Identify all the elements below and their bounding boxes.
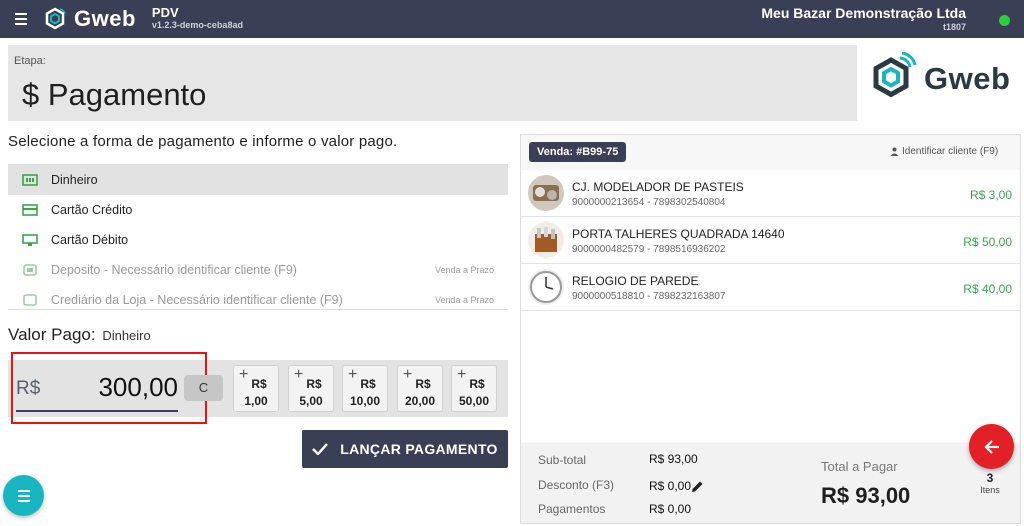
total-to-pay-label: Total a Pagar <box>821 459 898 474</box>
add-amount-button[interactable]: + R$ 1,00 <box>233 365 279 412</box>
cash-icon <box>22 174 38 186</box>
product-thumbnail <box>528 175 564 211</box>
launch-payment-button[interactable]: LANÇAR PAGAMENTO <box>302 430 508 468</box>
launch-payment-label: LANÇAR PAGAMENTO <box>340 441 498 457</box>
sale-number-badge: Venda: #B99-75 <box>529 142 627 162</box>
product-thumbnail <box>528 269 564 305</box>
app-info: PDV v1.2.3-demo-ceba8ad <box>151 5 243 31</box>
step-header: Etapa: $ Pagamento <box>8 45 857 121</box>
product-thumbnail <box>528 222 564 258</box>
payment-method-note: Venda a Prazo <box>434 295 494 305</box>
payment-method-cash[interactable]: Dinheiro <box>8 165 508 195</box>
add-amount-button[interactable]: + R$ 10,00 <box>342 365 388 412</box>
payment-method-deposit[interactable]: Deposito - Necessário identificar client… <box>8 255 508 285</box>
payments-label: Pagamentos <box>538 502 606 516</box>
store-credit-icon <box>22 294 38 306</box>
total-to-pay-value: R$ 93,00 <box>821 483 911 508</box>
item-code: 9000000482579 - 7898516936202 <box>572 244 726 255</box>
payment-method-label: Cartão Débito <box>51 233 129 247</box>
quick-amount-value: 50,00 <box>458 394 490 408</box>
sale-items-list: CJ. MODELADOR DE PASTEIS 9000000213654 -… <box>521 170 1020 442</box>
payment-method-list: Dinheiro Cartão Crédito Cartão Débito De… <box>8 164 508 310</box>
amount-paid-method: Dinheiro <box>102 328 151 343</box>
store-name: Meu Bazar Demonstração Ltda <box>761 5 966 21</box>
item-code: 9000000213654 - 7898302540804 <box>572 197 726 208</box>
quick-amount-currency: R$ <box>306 377 322 391</box>
brand-name: Gweb <box>74 6 136 31</box>
quick-amount-value: 20,00 <box>404 394 436 408</box>
step-label: Etapa: <box>14 55 46 67</box>
top-bar: Gweb PDV v1.2.3-demo-ceba8ad Meu Bazar D… <box>0 0 1024 38</box>
amount-paid-heading: Valor Pago: Dinheiro <box>8 325 151 345</box>
item-price: R$ 40,00 <box>963 282 1012 296</box>
gweb-logo-icon <box>873 52 917 98</box>
payment-method-debit-card[interactable]: Cartão Débito <box>8 225 508 255</box>
quick-amount-value: 1,00 <box>244 394 268 408</box>
payment-method-label: Cartão Crédito <box>51 203 133 217</box>
quick-amount-value: 5,00 <box>299 394 323 408</box>
credit-card-icon <box>22 204 38 216</box>
brand-logo: Gweb <box>42 0 136 38</box>
app-name: PDV <box>151 5 179 20</box>
store-info: Meu Bazar Demonstração Ltda t1807 <box>761 6 966 34</box>
item-price: R$ 50,00 <box>963 235 1012 249</box>
payment-method-label: Crediário da Loja - Necessário identific… <box>51 293 343 307</box>
subtotal-value: R$ 93,00 <box>649 452 698 466</box>
payment-method-label: Deposito - Necessário identificar client… <box>51 263 297 277</box>
gweb-logo: Gweb <box>866 52 1010 106</box>
add-amount-button[interactable]: + R$ 5,00 <box>288 365 334 412</box>
gweb-logo-icon <box>45 7 66 30</box>
item-price: R$ 3,00 <box>969 188 1012 202</box>
quick-amount-value: 10,00 <box>349 394 381 408</box>
hamburger-menu-icon[interactable] <box>0 0 42 38</box>
payment-method-label: Dinheiro <box>51 173 98 187</box>
identify-customer-link[interactable]: Identificar cliente (F9) <box>890 146 998 157</box>
payment-method-credit-card[interactable]: Cartão Crédito <box>8 195 508 225</box>
online-status-indicator <box>999 15 1010 26</box>
add-amount-button[interactable]: + R$ 20,00 <box>397 365 443 412</box>
debit-card-icon <box>22 234 38 246</box>
list-item[interactable]: CJ. MODELADOR DE PASTEIS 9000000213654 -… <box>521 170 1020 217</box>
payment-method-note: Venda a Prazo <box>434 265 494 275</box>
currency-symbol: R$ <box>16 378 41 399</box>
clear-amount-button[interactable]: C <box>184 375 223 401</box>
app-version: v1.2.3-demo-ceba8ad <box>151 20 243 30</box>
list-item[interactable]: PORTA TALHERES QUADRADA 14640 9000000482… <box>521 217 1020 264</box>
amount-paid-label: Valor Pago: <box>8 325 96 344</box>
subtotal-label: Sub-total <box>538 453 587 467</box>
quick-amount-currency: R$ <box>360 377 376 391</box>
discount-label: Desconto (F3) <box>538 478 615 492</box>
payments-value: R$ 0,00 <box>649 502 692 516</box>
payment-method-store-credit[interactable]: Crediário da Loja - Necessário identific… <box>8 285 508 309</box>
arrow-left-icon <box>983 439 999 454</box>
items-count: 3 Itens <box>975 471 1005 495</box>
item-name: RELOGIO DE PAREDE <box>572 274 699 288</box>
items-count-number: 3 <box>986 471 994 485</box>
back-button[interactable] <box>969 424 1014 469</box>
quick-amount-currency: R$ <box>469 377 485 391</box>
floating-menu-button[interactable] <box>3 475 44 516</box>
instructions-text: Selecione a forma de pagamento e informe… <box>8 133 398 150</box>
item-name: PORTA TALHERES QUADRADA 14640 <box>572 227 785 241</box>
add-amount-button[interactable]: + R$ 50,00 <box>451 365 497 412</box>
deposit-icon <box>22 264 38 276</box>
item-code: 9000000518810 - 7898232163807 <box>572 291 726 302</box>
edit-discount-icon[interactable] <box>691 480 704 493</box>
quick-amount-currency: R$ <box>251 377 267 391</box>
items-count-label: Itens <box>980 485 1000 495</box>
amount-input[interactable] <box>50 370 178 404</box>
store-code: t1807 <box>942 22 966 32</box>
logo-text: Gweb <box>924 61 1011 96</box>
identify-customer-label: Identificar cliente (F9) <box>902 146 999 157</box>
amount-input-underline <box>16 410 178 412</box>
page-title: $ Pagamento <box>22 77 207 112</box>
list-item[interactable]: RELOGIO DE PAREDE 9000000518810 - 789823… <box>521 264 1020 311</box>
check-icon <box>312 443 329 455</box>
person-icon <box>890 147 899 156</box>
discount-value: R$ 0,00 <box>649 479 692 493</box>
quick-amount-currency: R$ <box>415 377 431 391</box>
item-name: CJ. MODELADOR DE PASTEIS <box>572 180 744 194</box>
